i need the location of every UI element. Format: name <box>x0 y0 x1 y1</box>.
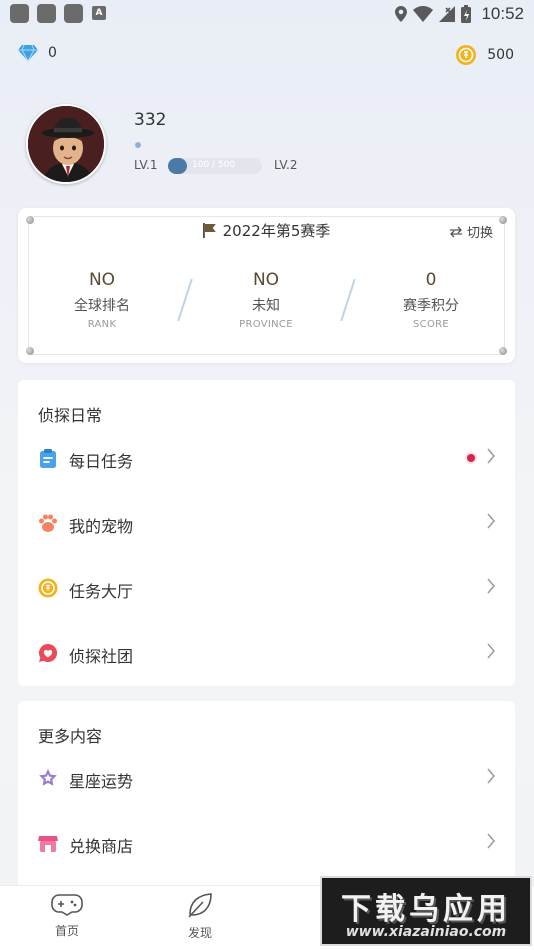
flag-icon <box>202 223 216 238</box>
coin-icon <box>456 45 477 65</box>
swap-icon <box>449 226 462 237</box>
watermark-logo: 下载乌应用 www.xiazainiao.com <box>320 876 532 946</box>
menu-item-task-hall[interactable]: 任务大厅 <box>18 556 515 621</box>
menu-item-label: 侦探社团 <box>69 647 134 666</box>
wifi-icon <box>413 6 434 22</box>
stat-sublabel: PROVINCE <box>239 319 293 330</box>
menu-item-label: 星座运势 <box>69 772 134 791</box>
signal-icon <box>439 6 456 22</box>
season-title: 2022年第5赛季 <box>18 220 515 241</box>
coin-balance[interactable]: 500 <box>455 44 514 66</box>
switch-label: 切换 <box>466 226 493 241</box>
section-title: 侦探日常 <box>38 406 103 425</box>
season-card: 2022年第5赛季 切换 NO 全球排名 RANK NO 未知 PROVINCE… <box>18 208 515 363</box>
status-bar: A 10:52 <box>0 0 534 28</box>
detective-avatar-image <box>28 106 104 182</box>
paw-icon <box>39 514 57 532</box>
menu-item-label: 兑换商店 <box>69 837 134 856</box>
tab-home[interactable]: 首页 <box>37 892 97 939</box>
stat-value: NO <box>252 270 280 290</box>
section-title: 更多内容 <box>38 727 103 746</box>
section-detective-daily: 侦探日常 每日任务 我的宠物 任务大厅 侦探社团 <box>18 380 515 686</box>
star-icon <box>39 769 57 786</box>
stat-label: 赛季积分 <box>403 298 459 314</box>
watermark-title: 下载乌应用 <box>341 892 511 927</box>
stat-rank: NO 全球排名 RANK <box>32 270 172 330</box>
watermark-url: www.xiazainiao.com <box>345 924 507 940</box>
status-dot <box>135 142 141 148</box>
section-more-content: 更多内容 星座运势 兑换商店 <box>18 701 515 901</box>
xp-progress-bar: 100 / 500 <box>168 158 262 174</box>
switch-season-button[interactable]: 切换 <box>449 222 493 241</box>
tab-label: 发现 <box>187 926 212 940</box>
stat-province: NO 未知 PROVINCE <box>196 270 336 330</box>
stat-value: 0 <box>425 270 437 290</box>
chevron-right-icon <box>487 448 495 464</box>
coin-count: 500 <box>487 47 514 63</box>
gamepad-icon <box>51 894 83 916</box>
stat-label: 全球排名 <box>74 298 130 314</box>
menu-item-detective-club[interactable]: 侦探社团 <box>18 621 515 686</box>
menu-item-my-pets[interactable]: 我的宠物 <box>18 491 515 556</box>
xp-text: 100 / 500 <box>192 160 236 170</box>
stat-label: 未知 <box>252 298 280 314</box>
notification-icon <box>37 4 56 23</box>
stat-sublabel: SCORE <box>413 319 449 330</box>
chevron-right-icon <box>487 578 495 594</box>
battery-icon <box>461 5 472 23</box>
menu-item-label: 每日任务 <box>69 452 134 471</box>
leaf-icon <box>188 893 212 918</box>
notification-icon <box>64 4 83 23</box>
username: 332 <box>134 110 167 130</box>
tab-label: 首页 <box>54 924 79 938</box>
menu-item-exchange-shop[interactable]: 兑换商店 <box>18 811 515 876</box>
chevron-right-icon <box>487 768 495 784</box>
avatar[interactable] <box>26 104 106 184</box>
location-icon <box>395 6 408 22</box>
season-title-text: 2022年第5赛季 <box>222 222 331 240</box>
level-next: LV.2 <box>274 158 298 172</box>
notification-badge <box>467 454 475 462</box>
menu-item-daily-tasks[interactable]: 每日任务 <box>18 426 515 491</box>
menu-item-horoscope[interactable]: 星座运势 <box>18 746 515 811</box>
keyboard-a-icon: A <box>92 6 106 20</box>
menu-item-label: 任务大厅 <box>69 582 134 601</box>
diamond-count: 0 <box>48 45 57 61</box>
clipboard-icon <box>40 449 56 468</box>
chevron-right-icon <box>487 643 495 659</box>
heart-chat-icon <box>39 643 58 662</box>
shop-icon <box>38 836 58 852</box>
stat-score: 0 赛季积分 SCORE <box>361 270 501 330</box>
stat-value: NO <box>88 270 116 290</box>
chevron-right-icon <box>487 833 495 849</box>
rivet-decoration <box>26 347 34 355</box>
status-time: 10:52 <box>481 4 524 23</box>
diamond-balance[interactable]: 0 <box>18 44 57 62</box>
diamond-icon <box>18 44 38 62</box>
stat-sublabel: RANK <box>87 319 117 330</box>
level-current: LV.1 <box>134 158 158 172</box>
coin-icon <box>38 578 58 598</box>
xp-progress-fill <box>168 158 187 174</box>
rivet-decoration <box>499 347 507 355</box>
tab-discover[interactable]: 发现 <box>170 892 230 941</box>
notification-icon <box>10 4 29 23</box>
chevron-right-icon <box>487 513 495 529</box>
menu-item-label: 我的宠物 <box>69 517 134 536</box>
